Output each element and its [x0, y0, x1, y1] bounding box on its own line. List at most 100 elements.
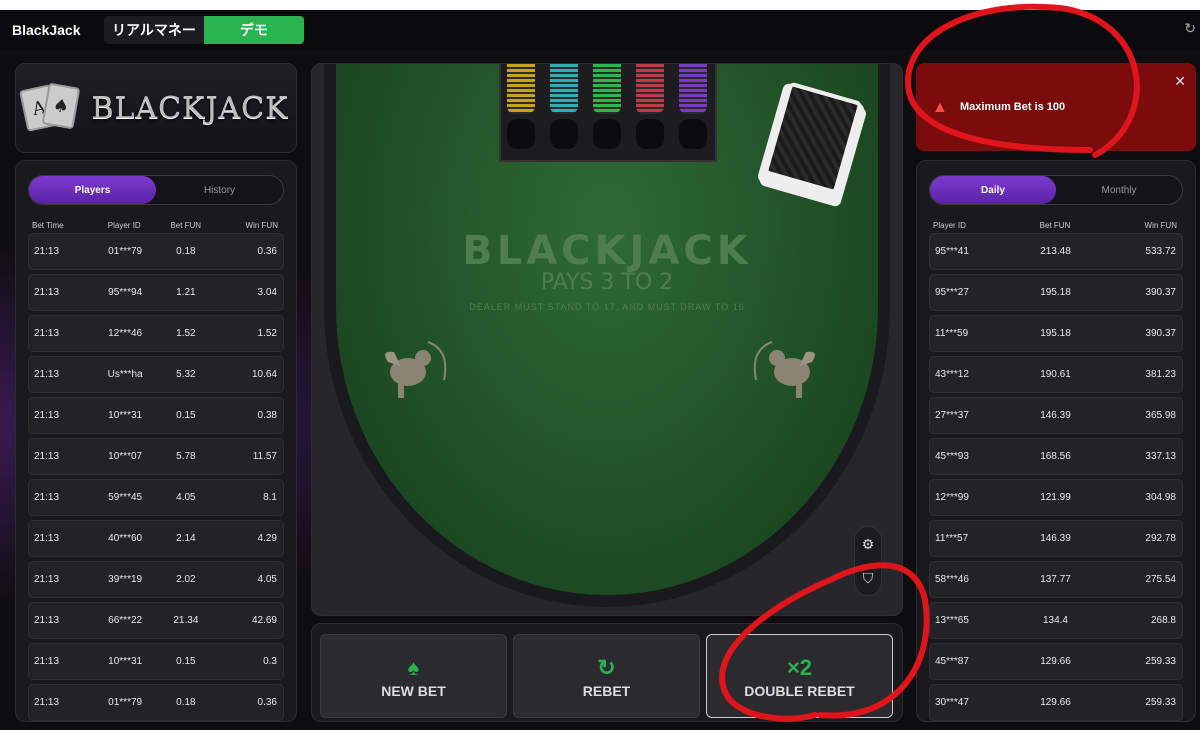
- cell-2: 337.13: [1145, 451, 1176, 462]
- header-bet-fun: Bet FUN: [170, 220, 202, 230]
- leaderboard-header: Player ID Bet FUN Win FUN: [933, 217, 1177, 233]
- cell-2: 21.34: [173, 615, 199, 626]
- cell-2: 0.18: [176, 246, 196, 257]
- cell-3: 0.36: [257, 246, 277, 257]
- cell-1: 213.48: [1040, 246, 1071, 257]
- cell-3: 8.1: [263, 492, 277, 503]
- reload-icon[interactable]: ↻: [1184, 20, 1196, 37]
- cell-0: 21:13: [34, 246, 60, 257]
- cell-1: 168.56: [1040, 451, 1071, 462]
- new-bet-button[interactable]: ♠ NEW BET: [320, 634, 507, 718]
- tab-players[interactable]: Players: [29, 176, 156, 204]
- cell-2: 1.52: [176, 328, 196, 339]
- real-money-button[interactable]: リアルマネー: [104, 16, 204, 44]
- cell-0: 11***59: [935, 328, 969, 339]
- tab-monthly[interactable]: Monthly: [1056, 176, 1182, 204]
- cell-3: 11.57: [252, 451, 277, 462]
- cell-1: 129.66: [1040, 697, 1071, 708]
- brand-title: BlackJack: [12, 22, 81, 38]
- cell-3: 0.3: [263, 656, 277, 667]
- double-icon: ×2: [786, 655, 813, 680]
- cell-0: 58***46: [935, 574, 969, 585]
- game-logo: A ♠ BLACKJACK: [15, 63, 297, 153]
- leaderboard-row: 27***37 146.39 365.98: [929, 397, 1183, 434]
- rebet-label: REBET: [582, 683, 631, 699]
- cell-1: 01***79: [108, 246, 143, 257]
- cell-2: 304.98: [1145, 492, 1176, 503]
- rebet-button[interactable]: ↻ REBET: [513, 634, 700, 718]
- cell-0: 21:13: [34, 697, 60, 708]
- cell-0: 95***27: [935, 287, 969, 298]
- chip-stack-teal: [550, 64, 578, 114]
- table-rule: DEALER MUST STAND TO 17, AND MUST DRAW T…: [469, 302, 745, 312]
- cell-0: 21:13: [34, 410, 60, 421]
- cell-2: 5.32: [176, 369, 196, 380]
- cards-icon: A ♠: [19, 82, 83, 133]
- cell-0: 11***57: [935, 533, 969, 544]
- table-row: 21:13 39***19 2.02 4.05: [28, 561, 284, 598]
- cell-3: 42.69: [251, 615, 277, 626]
- table-row: 21:13 59***45 4.05 8.1: [28, 479, 284, 516]
- header-bet-fun: Bet FUN: [1039, 220, 1071, 230]
- cell-2: 533.72: [1145, 246, 1176, 257]
- cell-0: 21:13: [34, 492, 60, 503]
- leaderboard-row: 95***27 195.18 390.37: [929, 274, 1183, 311]
- header-player-id: Player ID: [107, 220, 141, 230]
- header-win-fun: Win FUN: [245, 220, 278, 230]
- table-row: 21:13 Us***ha 5.32 10.64: [28, 356, 284, 393]
- cell-1: Us***ha: [107, 369, 143, 380]
- header-player-id: Player ID: [933, 220, 966, 230]
- cell-2: 390.37: [1145, 287, 1176, 298]
- cell-0: 21:13: [34, 574, 60, 585]
- table-row: 21:13 95***94 1.21 3.04: [28, 274, 284, 311]
- cell-2: 0.18: [176, 697, 196, 708]
- cell-1: 134.4: [1042, 615, 1068, 626]
- cell-1: 59***45: [108, 492, 143, 503]
- cell-1: 39***19: [108, 574, 143, 585]
- cell-2: 0.15: [176, 410, 196, 421]
- new-bet-label: NEW BET: [381, 683, 446, 699]
- cell-1: 190.61: [1040, 369, 1071, 380]
- table-row: 21:13 10***07 5.78 11.57: [28, 438, 284, 475]
- players-panel: Players History Bet Time Player ID Bet F…: [15, 160, 297, 722]
- cell-3: 4.05: [257, 574, 277, 585]
- cell-0: 13***65: [935, 615, 969, 626]
- cell-0: 12***99: [935, 492, 969, 503]
- cell-1: 10***31: [108, 410, 143, 421]
- cell-0: 27***37: [935, 410, 969, 421]
- leaderboard-panel: Daily Monthly Player ID Bet FUN Win FUN …: [916, 160, 1196, 722]
- cherub-right-icon: [753, 341, 815, 398]
- cell-1: 195.18: [1040, 287, 1071, 298]
- cherub-left-icon: [385, 341, 447, 398]
- table-row: 21:13 01***79 0.18 0.36: [28, 233, 284, 270]
- cell-0: 21:13: [34, 656, 60, 667]
- leaderboard-rows: 95***41 213.48 533.72 95***27 195.18 390.37 11…: [929, 233, 1183, 721]
- table-row: 21:13 66***22 21.34 42.69: [28, 602, 284, 639]
- cell-1: 95***94: [108, 287, 143, 298]
- shield-icon[interactable]: ⛉: [863, 570, 874, 587]
- spade-icon: ♠: [407, 655, 420, 680]
- cell-1: 146.39: [1040, 533, 1071, 544]
- tab-daily[interactable]: Daily: [930, 176, 1056, 204]
- tab-history[interactable]: History: [156, 176, 283, 204]
- chip-stack-red: [636, 64, 664, 114]
- demo-button[interactable]: デモ: [203, 16, 304, 44]
- action-bar: ♠ NEW BET ↻ REBET ×2 DOUBLE REBET: [311, 623, 903, 722]
- cell-3: 3.04: [257, 287, 277, 298]
- cell-3: 4.29: [257, 533, 277, 544]
- leaderboard-row: 43***12 190.61 381.23: [929, 356, 1183, 393]
- cell-3: 1.52: [257, 328, 277, 339]
- alert-message: Maximum Bet is 100: [960, 101, 1066, 113]
- chip-stack-yellow: [507, 64, 535, 114]
- header-bet-time: Bet Time: [32, 220, 64, 230]
- leaderboard-tabs: Daily Monthly: [929, 175, 1183, 205]
- cell-1: 01***79: [108, 697, 143, 708]
- cell-2: 4.05: [176, 492, 196, 503]
- leaderboard-row: 12***99 121.99 304.98: [929, 479, 1183, 516]
- cell-0: 45***93: [935, 451, 969, 462]
- header-win-fun: Win FUN: [1144, 220, 1177, 230]
- double-rebet-button[interactable]: ×2 DOUBLE REBET: [706, 634, 893, 718]
- gear-icon[interactable]: ⚙: [862, 536, 875, 553]
- close-icon[interactable]: ✕: [1174, 73, 1186, 90]
- chip-stack-green: [593, 64, 621, 114]
